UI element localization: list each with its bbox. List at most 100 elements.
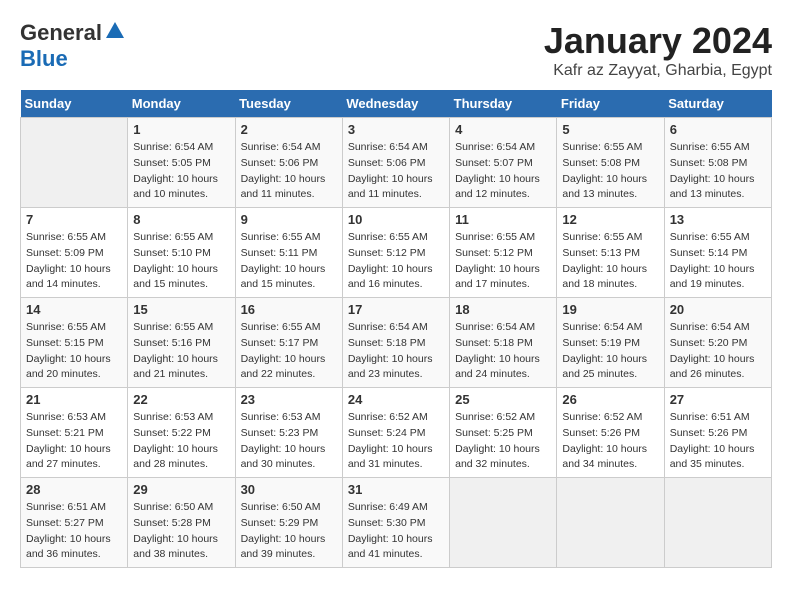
logo: General Blue bbox=[20, 20, 126, 72]
day-info: Sunrise: 6:53 AM Sunset: 5:21 PM Dayligh… bbox=[26, 410, 122, 473]
day-info: Sunrise: 6:55 AM Sunset: 5:09 PM Dayligh… bbox=[26, 230, 122, 293]
page-header: General Blue January 2024 Kafr az Zayyat… bbox=[20, 20, 772, 80]
calendar-cell: 25 Sunrise: 6:52 AM Sunset: 5:25 PM Dayli… bbox=[450, 388, 557, 478]
header-day-thursday: Thursday bbox=[450, 90, 557, 118]
calendar-cell: 28 Sunrise: 6:51 AM Sunset: 5:27 PM Dayli… bbox=[21, 478, 128, 568]
day-number: 14 bbox=[26, 302, 122, 317]
calendar-cell bbox=[21, 118, 128, 208]
week-row-5: 28 Sunrise: 6:51 AM Sunset: 5:27 PM Dayli… bbox=[21, 478, 772, 568]
week-row-1: 1 Sunrise: 6:54 AM Sunset: 5:05 PM Daylig… bbox=[21, 118, 772, 208]
day-number: 28 bbox=[26, 482, 122, 497]
day-info: Sunrise: 6:52 AM Sunset: 5:24 PM Dayligh… bbox=[348, 410, 444, 473]
day-info: Sunrise: 6:49 AM Sunset: 5:30 PM Dayligh… bbox=[348, 500, 444, 563]
location: Kafr az Zayyat, Gharbia, Egypt bbox=[544, 62, 772, 80]
logo-blue-text: Blue bbox=[20, 46, 68, 71]
day-number: 13 bbox=[670, 212, 766, 227]
day-info: Sunrise: 6:54 AM Sunset: 5:06 PM Dayligh… bbox=[241, 140, 337, 203]
header-day-tuesday: Tuesday bbox=[235, 90, 342, 118]
day-number: 25 bbox=[455, 392, 551, 407]
calendar-cell: 31 Sunrise: 6:49 AM Sunset: 5:30 PM Dayli… bbox=[342, 478, 449, 568]
day-info: Sunrise: 6:55 AM Sunset: 5:10 PM Dayligh… bbox=[133, 230, 229, 293]
day-number: 23 bbox=[241, 392, 337, 407]
calendar-cell: 6 Sunrise: 6:55 AM Sunset: 5:08 PM Daylig… bbox=[664, 118, 771, 208]
day-number: 1 bbox=[133, 122, 229, 137]
calendar-cell: 9 Sunrise: 6:55 AM Sunset: 5:11 PM Daylig… bbox=[235, 208, 342, 298]
calendar-cell: 19 Sunrise: 6:54 AM Sunset: 5:19 PM Dayli… bbox=[557, 298, 664, 388]
day-number: 5 bbox=[562, 122, 658, 137]
day-info: Sunrise: 6:54 AM Sunset: 5:05 PM Dayligh… bbox=[133, 140, 229, 203]
day-info: Sunrise: 6:54 AM Sunset: 5:19 PM Dayligh… bbox=[562, 320, 658, 383]
calendar-table: SundayMondayTuesdayWednesdayThursdayFrid… bbox=[20, 90, 772, 568]
calendar-cell bbox=[664, 478, 771, 568]
day-number: 2 bbox=[241, 122, 337, 137]
week-row-4: 21 Sunrise: 6:53 AM Sunset: 5:21 PM Dayli… bbox=[21, 388, 772, 478]
calendar-cell: 11 Sunrise: 6:55 AM Sunset: 5:12 PM Dayli… bbox=[450, 208, 557, 298]
day-info: Sunrise: 6:51 AM Sunset: 5:26 PM Dayligh… bbox=[670, 410, 766, 473]
day-info: Sunrise: 6:55 AM Sunset: 5:12 PM Dayligh… bbox=[455, 230, 551, 293]
day-info: Sunrise: 6:51 AM Sunset: 5:27 PM Dayligh… bbox=[26, 500, 122, 563]
day-info: Sunrise: 6:50 AM Sunset: 5:28 PM Dayligh… bbox=[133, 500, 229, 563]
week-row-3: 14 Sunrise: 6:55 AM Sunset: 5:15 PM Dayli… bbox=[21, 298, 772, 388]
day-number: 17 bbox=[348, 302, 444, 317]
calendar-cell: 14 Sunrise: 6:55 AM Sunset: 5:15 PM Dayli… bbox=[21, 298, 128, 388]
day-info: Sunrise: 6:55 AM Sunset: 5:08 PM Dayligh… bbox=[670, 140, 766, 203]
day-number: 21 bbox=[26, 392, 122, 407]
day-info: Sunrise: 6:54 AM Sunset: 5:18 PM Dayligh… bbox=[348, 320, 444, 383]
calendar-cell: 1 Sunrise: 6:54 AM Sunset: 5:05 PM Daylig… bbox=[128, 118, 235, 208]
header-day-saturday: Saturday bbox=[664, 90, 771, 118]
day-info: Sunrise: 6:52 AM Sunset: 5:25 PM Dayligh… bbox=[455, 410, 551, 473]
day-number: 9 bbox=[241, 212, 337, 227]
logo-general-text: General bbox=[20, 20, 102, 46]
day-number: 24 bbox=[348, 392, 444, 407]
day-number: 15 bbox=[133, 302, 229, 317]
day-number: 31 bbox=[348, 482, 444, 497]
header-day-friday: Friday bbox=[557, 90, 664, 118]
calendar-cell: 23 Sunrise: 6:53 AM Sunset: 5:23 PM Dayli… bbox=[235, 388, 342, 478]
calendar-cell: 13Sunrise: 6:55 AM Sunset: 5:14 PM Dayli… bbox=[664, 208, 771, 298]
day-info: Sunrise: 6:54 AM Sunset: 5:20 PM Dayligh… bbox=[670, 320, 766, 383]
day-number: 19 bbox=[562, 302, 658, 317]
day-info: Sunrise: 6:52 AM Sunset: 5:26 PM Dayligh… bbox=[562, 410, 658, 473]
calendar-cell: 5 Sunrise: 6:55 AM Sunset: 5:08 PM Daylig… bbox=[557, 118, 664, 208]
calendar-cell: 16 Sunrise: 6:55 AM Sunset: 5:17 PM Dayli… bbox=[235, 298, 342, 388]
calendar-cell: 3Sunrise: 6:54 AM Sunset: 5:06 PM Daylig… bbox=[342, 118, 449, 208]
day-number: 8 bbox=[133, 212, 229, 227]
calendar-cell: 2 Sunrise: 6:54 AM Sunset: 5:06 PM Daylig… bbox=[235, 118, 342, 208]
day-info: Sunrise: 6:55 AM Sunset: 5:12 PM Dayligh… bbox=[348, 230, 444, 293]
month-title: January 2024 bbox=[544, 20, 772, 62]
calendar-cell: 18 Sunrise: 6:54 AM Sunset: 5:18 PM Dayli… bbox=[450, 298, 557, 388]
day-number: 30 bbox=[241, 482, 337, 497]
day-info: Sunrise: 6:53 AM Sunset: 5:23 PM Dayligh… bbox=[241, 410, 337, 473]
day-number: 16 bbox=[241, 302, 337, 317]
calendar-cell: 22 Sunrise: 6:53 AM Sunset: 5:22 PM Dayli… bbox=[128, 388, 235, 478]
calendar-cell: 30 Sunrise: 6:50 AM Sunset: 5:29 PM Dayli… bbox=[235, 478, 342, 568]
day-info: Sunrise: 6:54 AM Sunset: 5:18 PM Dayligh… bbox=[455, 320, 551, 383]
calendar-cell: 29 Sunrise: 6:50 AM Sunset: 5:28 PM Dayli… bbox=[128, 478, 235, 568]
day-info: Sunrise: 6:50 AM Sunset: 5:29 PM Dayligh… bbox=[241, 500, 337, 563]
day-number: 7 bbox=[26, 212, 122, 227]
day-info: Sunrise: 6:54 AM Sunset: 5:06 PM Dayligh… bbox=[348, 140, 444, 203]
day-info: Sunrise: 6:55 AM Sunset: 5:17 PM Dayligh… bbox=[241, 320, 337, 383]
calendar-cell: 4Sunrise: 6:54 AM Sunset: 5:07 PM Daylig… bbox=[450, 118, 557, 208]
calendar-cell: 26Sunrise: 6:52 AM Sunset: 5:26 PM Dayli… bbox=[557, 388, 664, 478]
day-info: Sunrise: 6:55 AM Sunset: 5:15 PM Dayligh… bbox=[26, 320, 122, 383]
day-info: Sunrise: 6:55 AM Sunset: 5:08 PM Dayligh… bbox=[562, 140, 658, 203]
day-number: 11 bbox=[455, 212, 551, 227]
day-number: 6 bbox=[670, 122, 766, 137]
calendar-cell: 7 Sunrise: 6:55 AM Sunset: 5:09 PM Daylig… bbox=[21, 208, 128, 298]
day-number: 18 bbox=[455, 302, 551, 317]
day-number: 27 bbox=[670, 392, 766, 407]
day-number: 22 bbox=[133, 392, 229, 407]
calendar-cell: 20Sunrise: 6:54 AM Sunset: 5:20 PM Dayli… bbox=[664, 298, 771, 388]
calendar-cell: 17 Sunrise: 6:54 AM Sunset: 5:18 PM Dayli… bbox=[342, 298, 449, 388]
header-day-wednesday: Wednesday bbox=[342, 90, 449, 118]
calendar-cell: 15 Sunrise: 6:55 AM Sunset: 5:16 PM Dayli… bbox=[128, 298, 235, 388]
day-info: Sunrise: 6:53 AM Sunset: 5:22 PM Dayligh… bbox=[133, 410, 229, 473]
day-info: Sunrise: 6:55 AM Sunset: 5:16 PM Dayligh… bbox=[133, 320, 229, 383]
day-number: 29 bbox=[133, 482, 229, 497]
day-info: Sunrise: 6:55 AM Sunset: 5:11 PM Dayligh… bbox=[241, 230, 337, 293]
calendar-cell: 21 Sunrise: 6:53 AM Sunset: 5:21 PM Dayli… bbox=[21, 388, 128, 478]
week-row-2: 7 Sunrise: 6:55 AM Sunset: 5:09 PM Daylig… bbox=[21, 208, 772, 298]
calendar-cell: 10Sunrise: 6:55 AM Sunset: 5:12 PM Dayli… bbox=[342, 208, 449, 298]
logo-icon bbox=[104, 20, 126, 42]
